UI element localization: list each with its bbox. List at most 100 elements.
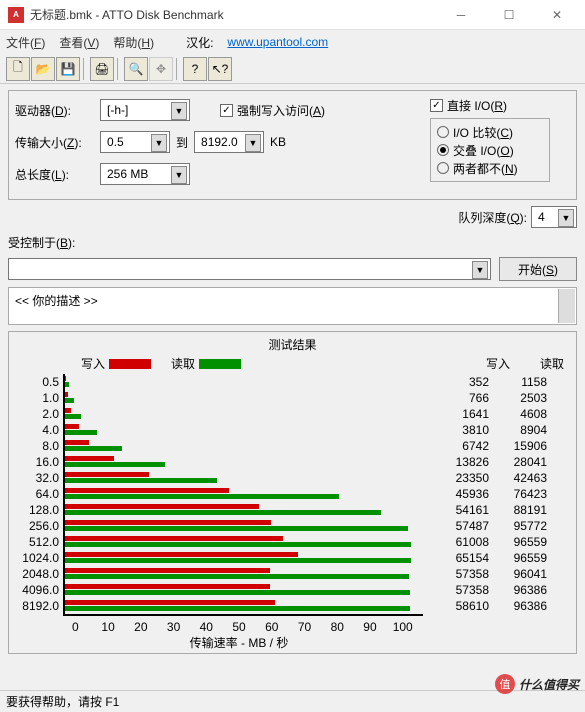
transfer-from-select[interactable]: 0.5 — [100, 131, 170, 153]
x-tick: 30 — [157, 620, 190, 634]
print-icon[interactable]: 🖨 — [90, 57, 114, 81]
bar-row — [65, 486, 423, 502]
direct-io-checkbox[interactable]: ✓ 直接 I/O(R) — [430, 97, 507, 114]
control-row: 受控制于(B): — [0, 234, 585, 257]
transfer-to-select[interactable]: 8192.0 — [194, 131, 264, 153]
bar-row — [65, 582, 423, 598]
read-bar — [65, 590, 410, 595]
queue-depth-select[interactable]: 4 — [531, 206, 577, 228]
col-read-header: 读取 — [540, 355, 564, 372]
close-button[interactable]: ✕ — [537, 1, 577, 29]
y-tick: 2.0 — [15, 406, 59, 422]
read-bar — [65, 526, 408, 531]
menu-help[interactable]: 帮助(H) — [113, 34, 154, 51]
y-tick: 0.5 — [15, 374, 59, 390]
radio-neither[interactable]: 两者都不(N) — [437, 159, 543, 177]
bar-row — [65, 550, 423, 566]
to-label: 到 — [176, 134, 188, 151]
localize-link[interactable]: www.upantool.com — [227, 35, 328, 49]
write-bar — [65, 392, 68, 397]
maximize-button[interactable]: ☐ — [489, 1, 529, 29]
settings-panel: 驱动器(D): [-h-] ✓ 强制写入访问(A) 传输大小(Z): 0.5 到… — [8, 90, 577, 200]
description-box[interactable]: << 你的描述 >> — [8, 287, 577, 325]
write-bar — [65, 440, 89, 445]
y-tick: 512.0 — [15, 534, 59, 550]
y-tick: 8192.0 — [15, 598, 59, 614]
titlebar: A 无标题.bmk - ATTO Disk Benchmark ─ ☐ ✕ — [0, 0, 585, 30]
write-bar — [65, 536, 283, 541]
write-value: 45936 — [431, 486, 489, 502]
write-bar — [65, 456, 114, 461]
write-value: 65154 — [431, 550, 489, 566]
read-value: 42463 — [489, 470, 547, 486]
x-tick: 80 — [321, 620, 354, 634]
read-value: 2503 — [489, 390, 547, 406]
y-tick: 1.0 — [15, 390, 59, 406]
legend-row: 写入 读取 写入 读取 — [11, 355, 574, 374]
queue-row: 队列深度(Q): 4 — [0, 206, 585, 234]
status-text: 要获得帮助，请按 F1 — [6, 693, 119, 710]
menu-file[interactable]: 文件(F) — [6, 34, 45, 51]
x-axis-label: 传输速率 - MB / 秒 — [11, 634, 419, 651]
y-axis: 0.51.02.04.08.016.032.064.0128.0256.0512… — [15, 374, 63, 616]
radio-overlap[interactable]: 交叠 I/O(O) — [437, 141, 543, 159]
read-value: 96559 — [489, 550, 547, 566]
bar-row — [65, 598, 423, 614]
start-button[interactable]: 开始(S) — [499, 257, 577, 281]
read-value: 95772 — [489, 518, 547, 534]
controlled-by-select[interactable] — [8, 258, 491, 280]
queue-label: 队列深度(Q): — [458, 209, 527, 226]
y-tick: 1024.0 — [15, 550, 59, 566]
read-value: 88191 — [489, 502, 547, 518]
write-bar — [65, 408, 71, 413]
chart: 0.51.02.04.08.016.032.064.0128.0256.0512… — [11, 374, 574, 620]
minimize-button[interactable]: ─ — [441, 1, 481, 29]
watermark-icon: 值 — [495, 674, 515, 694]
context-help-icon[interactable]: ↖? — [208, 57, 232, 81]
drive-select[interactable]: [-h-] — [100, 99, 190, 121]
y-tick: 16.0 — [15, 454, 59, 470]
write-value: 57358 — [431, 566, 489, 582]
read-bar — [65, 414, 81, 419]
read-bar — [65, 574, 409, 579]
move-icon[interactable]: ✥ — [149, 57, 173, 81]
y-tick: 4096.0 — [15, 582, 59, 598]
bar-row — [65, 502, 423, 518]
watermark: 值 什么值得买 — [495, 674, 579, 694]
x-tick: 90 — [354, 620, 387, 634]
read-bar — [65, 494, 339, 499]
controlled-label: 受控制于(B): — [8, 234, 75, 251]
read-bar — [65, 558, 411, 563]
col-write-header: 写入 — [486, 355, 510, 372]
open-icon[interactable]: 📂 — [31, 57, 55, 81]
write-value: 57358 — [431, 582, 489, 598]
radio-compare[interactable]: I/O 比较(C) — [437, 123, 543, 141]
transfer-label: 传输大小(Z): — [15, 134, 100, 151]
write-bar — [65, 504, 259, 509]
new-icon[interactable]: 🗋 — [6, 57, 30, 81]
write-bar — [65, 472, 149, 477]
y-tick: 256.0 — [15, 518, 59, 534]
results-title: 测试结果 — [11, 334, 574, 355]
write-value: 13826 — [431, 454, 489, 470]
x-tick: 50 — [223, 620, 256, 634]
bar-row — [65, 470, 423, 486]
write-bar — [65, 376, 66, 381]
y-tick: 64.0 — [15, 486, 59, 502]
save-icon[interactable]: 💾 — [56, 57, 80, 81]
force-write-checkbox[interactable]: ✓ 强制写入访问(A) — [220, 102, 325, 119]
bar-row — [65, 390, 423, 406]
value-columns: 3527661641381067421382623350459365416157… — [431, 374, 547, 616]
window-title: 无标题.bmk - ATTO Disk Benchmark — [30, 6, 441, 23]
legend-read: 读取 — [171, 355, 241, 372]
toolbar: 🗋 📂 💾 🖨 🔍 ✥ ? ↖? — [0, 54, 585, 84]
help-icon[interactable]: ? — [183, 57, 207, 81]
write-value: 23350 — [431, 470, 489, 486]
length-select[interactable]: 256 MB — [100, 163, 190, 185]
zoom-icon[interactable]: 🔍 — [124, 57, 148, 81]
menu-view[interactable]: 查看(V) — [59, 34, 99, 51]
watermark-text: 什么值得买 — [519, 676, 579, 693]
read-value: 4608 — [489, 406, 547, 422]
x-axis: 0102030405060708090100 — [11, 620, 419, 634]
x-tick: 40 — [190, 620, 223, 634]
